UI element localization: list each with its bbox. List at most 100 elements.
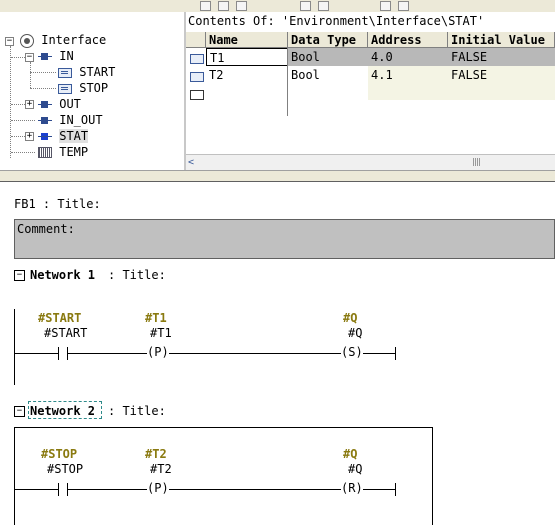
edge-coil-label[interactable]: #T2 <box>150 462 172 476</box>
toolbar-button[interactable] <box>380 1 391 11</box>
edge-coil[interactable]: (P) <box>147 345 169 359</box>
contact-icon[interactable] <box>58 347 59 360</box>
tree-item-out[interactable]: OUT <box>38 96 81 112</box>
contact-label[interactable]: #STOP <box>47 462 83 476</box>
rung-wire <box>363 489 395 490</box>
toolbar-button[interactable] <box>398 1 409 11</box>
column-header[interactable]: Data Type <box>288 32 368 48</box>
toolbar-button[interactable] <box>236 1 247 11</box>
edge-coil-symbol[interactable]: #T1 <box>145 311 167 325</box>
tree-item-temp[interactable]: TEMP <box>38 144 88 160</box>
cell-name[interactable]: T2 <box>206 66 288 84</box>
cell-address: 4.1 <box>371 68 393 82</box>
rung-wire <box>67 353 147 354</box>
network-frame <box>14 427 433 525</box>
tree-item-in-out[interactable]: IN_OUT <box>38 112 103 128</box>
horizontal-scrollbar[interactable]: < <box>186 154 555 170</box>
toolbar-button[interactable] <box>200 1 211 11</box>
network-header[interactable]: Network 1 <box>30 268 95 282</box>
column-header[interactable]: Initial Value <box>448 32 555 48</box>
edge-coil-label[interactable]: #T1 <box>150 326 172 340</box>
cell-address: 4.0 <box>371 50 393 64</box>
tree-item-label: START <box>79 65 116 79</box>
cell-name[interactable]: T1 <box>206 48 288 66</box>
new-row-icon[interactable] <box>190 90 204 100</box>
scroll-left-icon[interactable]: < <box>188 157 194 168</box>
rung-wire <box>14 489 58 490</box>
toolbar-button[interactable] <box>300 1 311 11</box>
contact-label[interactable]: #START <box>44 326 87 340</box>
rung-wire <box>67 489 147 490</box>
tree-item-stop[interactable]: STOP <box>58 80 108 96</box>
rung-end <box>395 347 396 360</box>
tree-item-label: IN <box>59 49 74 63</box>
column-header[interactable]: Name <box>206 32 288 48</box>
cell-initial[interactable]: FALSE <box>448 66 555 84</box>
collapse-network-icon[interactable]: − <box>14 406 25 417</box>
tree-item-label: STOP <box>79 81 109 95</box>
row-header-corner <box>186 32 206 48</box>
collapse-network-icon[interactable]: − <box>14 270 25 281</box>
set-coil[interactable]: (S) <box>341 345 363 359</box>
tree-item-start[interactable]: START <box>58 64 115 80</box>
contact-icon[interactable] <box>58 483 59 496</box>
block-icon <box>38 132 52 141</box>
rung-end <box>395 483 396 496</box>
block-icon <box>38 116 52 125</box>
power-rail <box>14 309 15 385</box>
coil-letter: S <box>348 345 356 359</box>
toolbar-button[interactable] <box>318 1 329 11</box>
cell-initial[interactable]: FALSE <box>448 48 555 66</box>
output-label[interactable]: #Q <box>348 326 362 340</box>
toolbar-button[interactable] <box>218 1 229 11</box>
rung-wire <box>169 489 341 490</box>
pane-splitter[interactable] <box>0 170 555 182</box>
block-icon <box>38 100 52 109</box>
interface-tree: − Interface − IN START STOP + OUT IN_OUT… <box>0 12 186 170</box>
output-symbol[interactable]: #Q <box>343 447 357 461</box>
comment-label: Comment: <box>17 222 75 236</box>
tree-item-interface[interactable]: Interface <box>20 32 106 48</box>
output-symbol[interactable]: #Q <box>343 311 357 325</box>
collapse-icon[interactable]: − <box>5 37 14 46</box>
variable-icon <box>190 72 204 82</box>
coil-letter: R <box>348 481 356 495</box>
tree-item-label: STAT <box>59 129 89 143</box>
scroll-thumb-grip[interactable] <box>473 158 481 166</box>
tree-item-label: Interface <box>41 33 107 47</box>
tree-item-in[interactable]: IN <box>38 48 74 64</box>
output-label[interactable]: #Q <box>348 462 362 476</box>
column-header[interactable]: Address <box>368 32 448 48</box>
tree-item-stat[interactable]: STAT <box>38 128 89 144</box>
rung-wire <box>169 353 341 354</box>
cell-type[interactable]: Bool <box>288 66 368 84</box>
expand-icon[interactable]: + <box>25 100 34 109</box>
coil-letter: P <box>154 345 162 359</box>
block-icon <box>38 52 52 61</box>
block-title[interactable]: FB1 : Title: <box>14 197 101 211</box>
network-header[interactable]: Network 2 <box>30 404 95 418</box>
variable-icon <box>58 83 72 94</box>
tree-item-label: TEMP <box>59 145 89 159</box>
contact-symbol[interactable]: #STOP <box>41 447 77 461</box>
block-comment[interactable]: Comment: <box>14 219 555 259</box>
interface-icon <box>20 33 34 48</box>
coil-letter: P <box>154 481 162 495</box>
expand-icon[interactable]: + <box>25 132 34 141</box>
network-title[interactable]: : Title: <box>108 268 166 282</box>
reset-coil[interactable]: (R) <box>341 481 363 495</box>
variable-icon <box>190 54 204 64</box>
contact-symbol[interactable]: #START <box>38 311 81 325</box>
contents-pane: Contents Of: 'Environment\Interface\STAT… <box>186 12 555 170</box>
cell-type[interactable]: Bool <box>288 48 368 66</box>
variable-icon <box>58 67 72 78</box>
rung-wire <box>363 353 395 354</box>
tree-item-label: OUT <box>59 97 81 111</box>
edge-coil[interactable]: (P) <box>147 481 169 495</box>
temp-icon <box>38 147 52 158</box>
collapse-icon[interactable]: − <box>25 53 34 62</box>
edge-coil-symbol[interactable]: #T2 <box>145 447 167 461</box>
tree-item-label: IN_OUT <box>59 113 103 127</box>
rung-wire <box>14 353 58 354</box>
network-title[interactable]: : Title: <box>108 404 166 418</box>
